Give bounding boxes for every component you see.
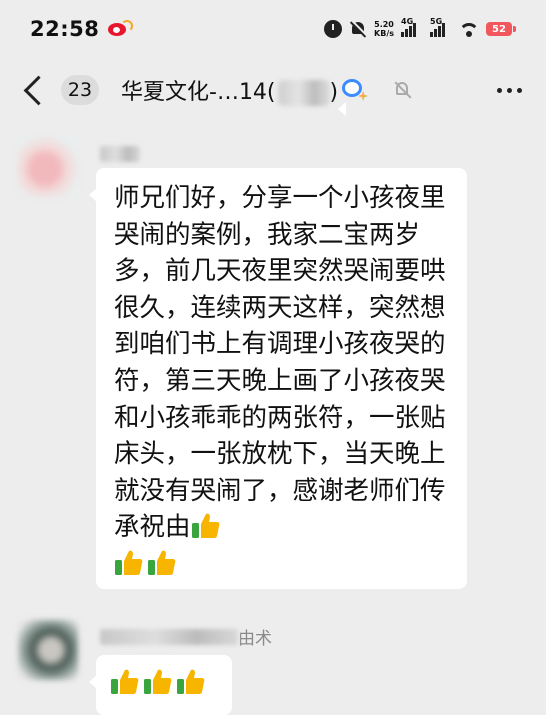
muted-bell-icon: [394, 80, 412, 100]
network-speed-unit: KB/s: [374, 29, 394, 38]
sender-name[interactable]: 由术: [100, 624, 272, 649]
avatar[interactable]: [18, 620, 78, 680]
signal-4g-label: 4G: [401, 17, 414, 26]
thumbs-up-icon: [114, 548, 143, 577]
status-icons: 5.20 KB/s 4G 5G 52: [324, 17, 516, 38]
message-bubble[interactable]: [89, 655, 232, 715]
more-options-icon[interactable]: [491, 78, 528, 103]
emoji-row: [114, 548, 451, 577]
status-bar: 22:58 5.20 KB/s 4G 5G 52: [0, 0, 546, 58]
thumbs-up-icon: [147, 548, 176, 577]
message-text: 师兄们好，分享一个小孩夜里哭闹的案例，我家二宝两岁多，前几天夜里突然哭闹要哄很久…: [114, 183, 446, 543]
wifi-icon: [459, 21, 479, 37]
ai-assistant-icon[interactable]: [338, 79, 369, 116]
thumbs-up-icon: [143, 667, 172, 696]
thumbs-up-icon: [110, 667, 139, 696]
redacted-name-blur: [100, 628, 238, 645]
thumbs-up-icon: [191, 511, 220, 540]
chat-header: 23 华夏文化-…14(): [0, 58, 546, 122]
thumbs-up-icon: [176, 667, 205, 696]
signal-5g-icon: 5G: [430, 17, 452, 37]
avatar[interactable]: [18, 136, 78, 196]
redacted-title-blur: [277, 80, 330, 106]
clock: 22:58: [30, 17, 100, 41]
unread-count-badge[interactable]: 23: [61, 75, 99, 105]
chat-title-text: 华夏文化-…14(: [121, 80, 276, 105]
signal-4g-icon: 4G: [401, 17, 423, 37]
chat-title-close-paren: ): [329, 80, 339, 105]
message-bubble[interactable]: 师兄们好，分享一个小孩夜里哭闹的案例，我家二宝两岁多，前几天夜里突然哭闹要哄很久…: [89, 168, 467, 589]
do-not-disturb-icon: [349, 20, 367, 38]
weibo-notification-icon: [107, 20, 134, 38]
signal-5g-label: 5G: [430, 17, 443, 26]
chat-title[interactable]: 华夏文化-…14(): [121, 74, 338, 106]
sender-name-visible: 由术: [238, 629, 272, 649]
battery-indicator: 52: [486, 22, 516, 36]
sender-name[interactable]: [100, 146, 140, 162]
back-icon[interactable]: [23, 75, 54, 105]
redacted-name-blur: [100, 146, 140, 162]
network-speed: 5.20 KB/s: [374, 20, 394, 38]
alarm-icon: [324, 20, 343, 38]
network-speed-value: 5.20: [374, 20, 394, 29]
